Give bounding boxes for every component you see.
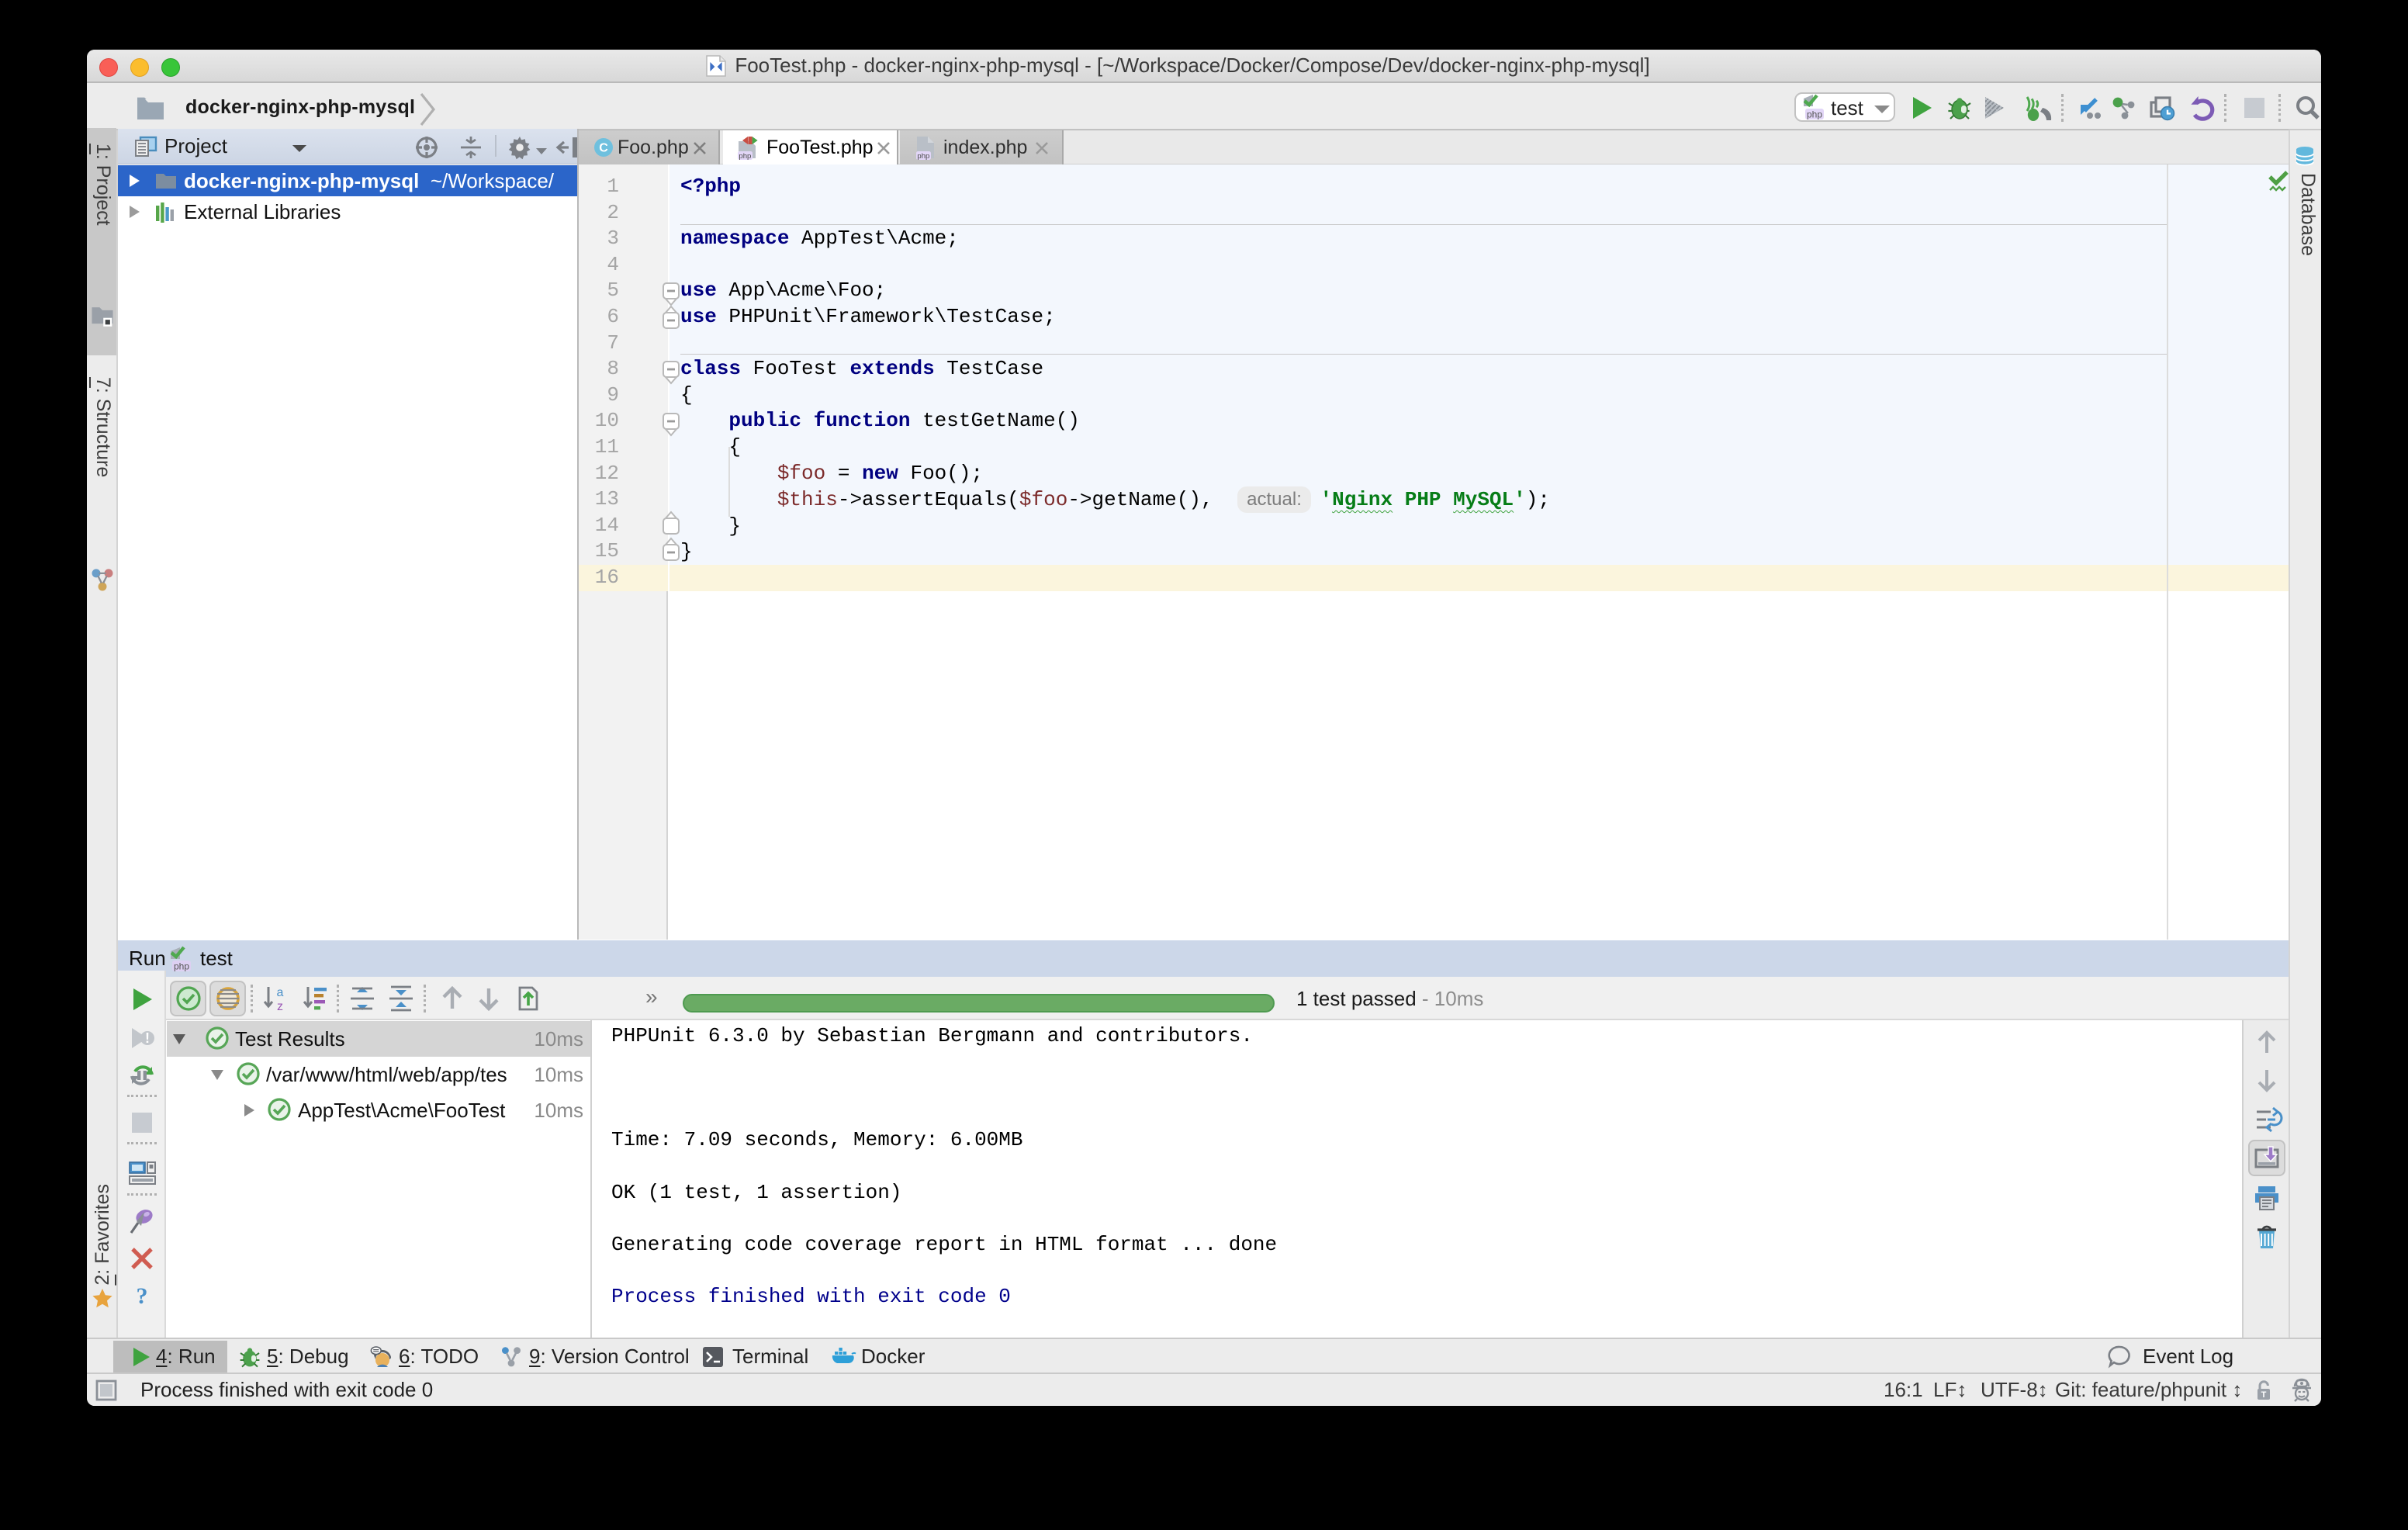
svg-text:php: php [1807,109,1822,120]
svg-text:C: C [599,142,608,155]
svg-text:php: php [739,152,751,161]
svg-text:z: z [277,1000,283,1013]
svg-text:T: T [2261,1390,2267,1400]
svg-text:php: php [917,152,929,161]
svg-text:?: ? [137,1283,148,1309]
svg-text:a: a [277,986,284,999]
svg-text:!: ! [145,1030,150,1046]
svg-text:php: php [174,961,189,972]
